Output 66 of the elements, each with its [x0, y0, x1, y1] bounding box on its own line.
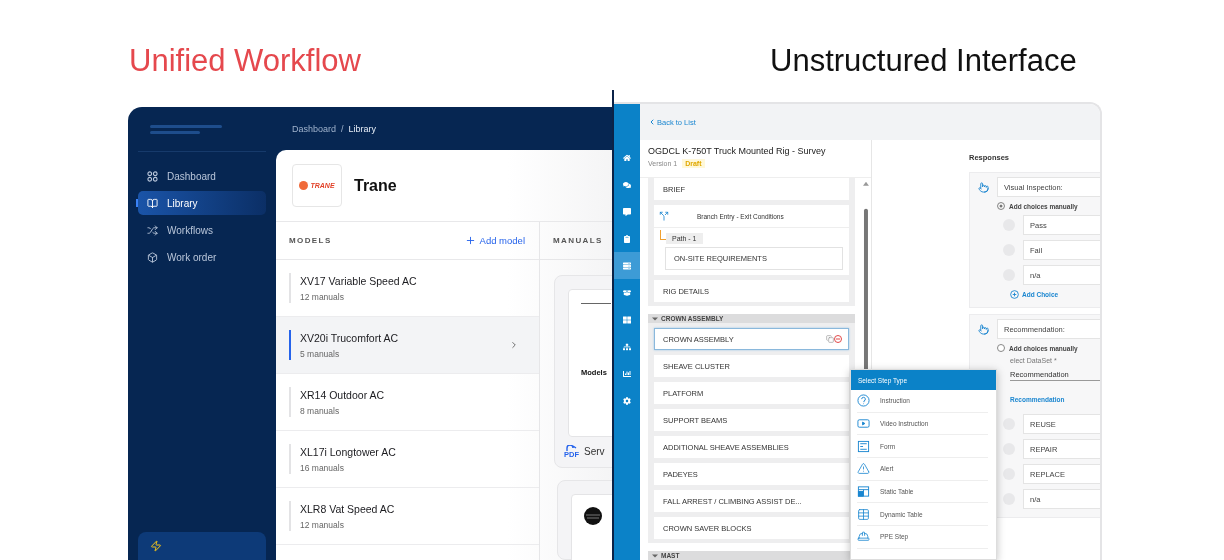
- nav-item[interactable]: Library: [138, 191, 266, 215]
- pointer-icon: [978, 323, 989, 335]
- home-icon: [623, 153, 631, 162]
- chart-icon: [623, 369, 631, 378]
- plus-icon: [464, 235, 476, 246]
- column-title: MANUALS: [553, 235, 603, 245]
- shuffle-icon: [147, 224, 158, 236]
- model-row[interactable]: XR14 Outdoor AC 8 manuals: [276, 374, 539, 431]
- cube-icon: [147, 251, 158, 263]
- message-icon: [623, 207, 631, 216]
- manual-count: 12 manuals: [300, 519, 345, 530]
- model-row[interactable]: XL17i Longtower AC 16 manuals: [276, 431, 539, 488]
- logo-mark-icon: [299, 181, 309, 190]
- add-icon: [1010, 290, 1019, 299]
- disc-icon: [584, 507, 602, 525]
- grid-icon: [623, 315, 631, 324]
- nav-item[interactable]: Workflows: [138, 218, 266, 242]
- manual-count: 16 manuals: [300, 462, 345, 473]
- section-heading: Unified Workflow: [129, 42, 362, 80]
- manual-count: 12 manuals: [300, 291, 345, 302]
- breadcrumb-link[interactable]: Library: [348, 123, 377, 134]
- settings-icon: [623, 396, 631, 405]
- chat-icon: [623, 180, 631, 189]
- back-icon: [648, 118, 656, 126]
- table-icon: [857, 485, 870, 499]
- question-icon: [857, 394, 870, 408]
- nav-button[interactable]: [614, 252, 640, 279]
- file-name: Serv: [584, 446, 605, 458]
- model-name: XL17i Longtower AC: [300, 445, 397, 458]
- clipboard-icon: [623, 234, 631, 243]
- survey-title: OGDCL K-750T Truck Mounted Rig - Survey: [648, 146, 827, 156]
- remove-icon[interactable]: [834, 335, 843, 343]
- manual-count: 5 manuals: [300, 348, 341, 359]
- box-icon: [623, 288, 631, 297]
- model-name: XV17 Variable Speed AC: [300, 274, 418, 287]
- add-model-link[interactable]: Add model: [464, 235, 525, 246]
- breadcrumb-link[interactable]: Dashboard: [292, 123, 337, 134]
- book-icon: [147, 197, 158, 209]
- column-title: MODELS: [289, 236, 332, 245]
- model-row[interactable]: XV20i Trucomfort AC 5 manuals: [276, 317, 539, 374]
- nav-item[interactable]: Work order: [138, 245, 266, 269]
- brand-title: Trane: [354, 176, 397, 195]
- chevron-icon: [509, 340, 519, 350]
- video-icon: [857, 417, 870, 431]
- nav-item[interactable]: Dashboard: [138, 164, 266, 188]
- file-icon: [565, 444, 578, 451]
- caret-icon: [652, 552, 658, 559]
- branch-icon: [659, 211, 669, 221]
- hard-hat-icon: [857, 530, 870, 544]
- breadcrumb-separator: /: [341, 123, 344, 134]
- server-icon: [623, 261, 631, 270]
- model-name: XLR8 Vat Speed AC: [300, 502, 396, 515]
- section-heading: Unstructured Interface: [770, 42, 1077, 80]
- dashboard-icon: [147, 170, 158, 182]
- model-name: XR14 Outdoor AC: [300, 388, 386, 401]
- warning-icon: [857, 462, 870, 476]
- model-name: XV20i Trucomfort AC: [300, 331, 400, 344]
- pointer-icon: [978, 181, 989, 193]
- table-icon: [857, 507, 870, 521]
- lightning-icon: [150, 540, 162, 552]
- hierarchy-icon: [623, 342, 631, 351]
- model-row[interactable]: XLR8 Vat Speed AC 12 manuals: [276, 488, 539, 545]
- caret-icon: [652, 315, 658, 322]
- copy-icon[interactable]: [826, 335, 835, 343]
- form-icon: [857, 439, 870, 453]
- manual-count: 8 manuals: [300, 405, 341, 416]
